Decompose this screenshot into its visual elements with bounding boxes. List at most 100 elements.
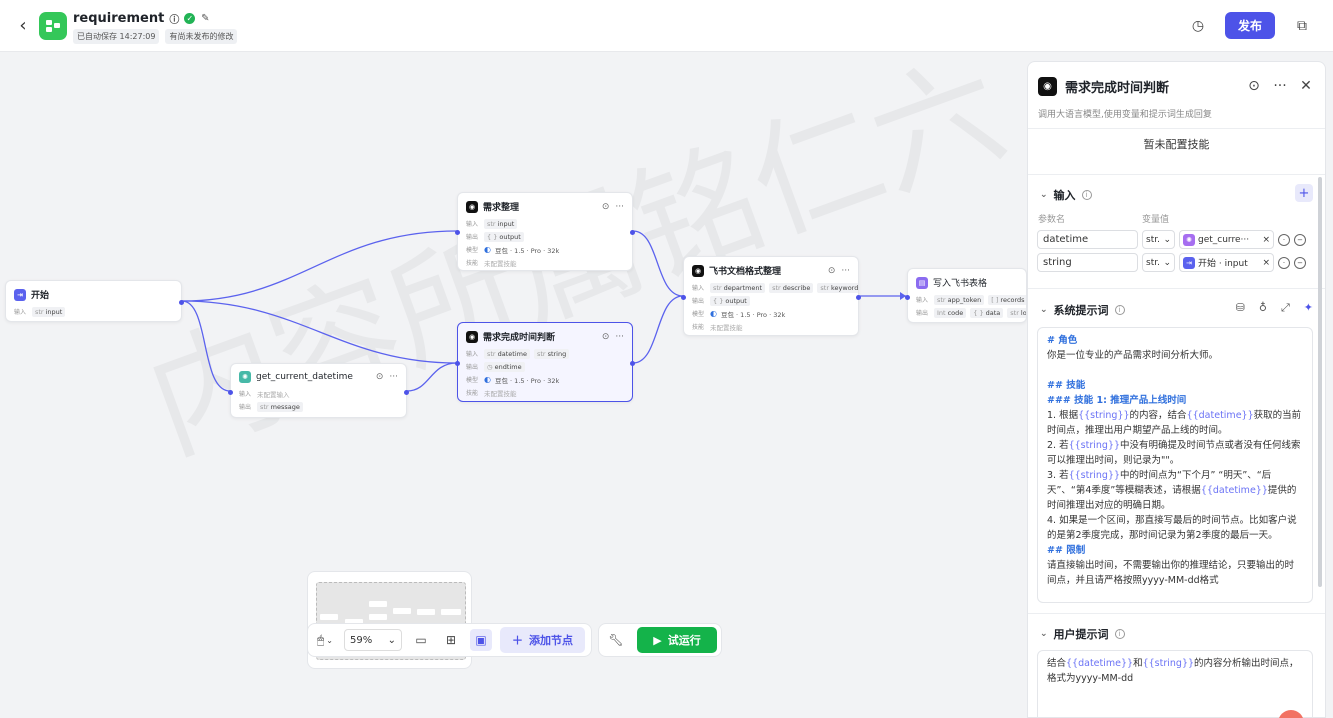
zoom-select[interactable]: 59% ⌄: [344, 629, 402, 651]
row-label: 技能: [466, 260, 479, 267]
add-param-button[interactable]: +: [1295, 184, 1313, 202]
input-port[interactable]: [681, 295, 686, 300]
system-prompt-title: 系统提示词: [1053, 304, 1109, 317]
user-prompt-header[interactable]: ⌄ 用户提示词 i: [1040, 626, 1125, 642]
chevron-down-icon: ⌄: [1040, 190, 1048, 200]
node-start[interactable]: ⇥ 开始 输入 str input: [5, 280, 184, 322]
output-port[interactable]: [179, 300, 184, 305]
mouse-mode-icon[interactable]: 🖱︎ ⌄: [314, 629, 336, 651]
ai-optimize-icon[interactable]: ✦: [1304, 301, 1313, 315]
edit-icon[interactable]: ✎: [199, 13, 211, 25]
run-node-icon[interactable]: ⊙: [1245, 73, 1263, 99]
var-tag: ◷ endtime: [484, 361, 525, 372]
node-write[interactable]: ▤ 写入飞书表格 输入 str app_token[ ] records 输出 Int c…: [905, 268, 1027, 323]
edge-start-demand: [181, 230, 458, 302]
node-judge[interactable]: ◉ 需求完成时间判断 ⊙ ··· 输入 str datetime str string 输…: [455, 322, 635, 402]
input-port[interactable]: [228, 390, 233, 395]
input-status: 未配置输入: [257, 390, 290, 399]
library-icon[interactable]: ⛁: [1236, 301, 1245, 315]
param-value-select[interactable]: ⇥ 开始 · input ×: [1179, 253, 1274, 272]
comment-icon[interactable]: ▭: [410, 629, 432, 651]
node-demand[interactable]: ◉ 需求整理 ⊙ ··· 输入 str input 输出 { } output 模型 ◐ 豆包…: [455, 192, 635, 271]
info-icon[interactable]: ⓘ: [168, 13, 180, 26]
run-node-icon[interactable]: ⊙: [602, 332, 610, 342]
app-title: requirement: [73, 11, 165, 26]
model-name: 豆包 · 1.5 · Pro · 32k: [720, 310, 786, 319]
info-icon[interactable]: i: [1081, 190, 1092, 200]
param-name-input[interactable]: datetime: [1037, 230, 1138, 249]
run-node-icon[interactable]: ⊙: [602, 202, 610, 212]
col-param-value: 变量值: [1142, 215, 1170, 225]
skill-status: 未配置技能: [484, 259, 517, 268]
row-label: 输入: [466, 351, 479, 358]
clear-icon[interactable]: ×: [1262, 258, 1270, 268]
clear-icon[interactable]: ×: [1262, 235, 1270, 245]
input-port[interactable]: [455, 230, 460, 235]
more-icon[interactable]: ···: [615, 202, 624, 212]
param-type-select[interactable]: str. ⌄: [1142, 253, 1175, 272]
var-tag: Int code: [934, 307, 967, 318]
var-tag: str keyword: [817, 282, 858, 293]
variable-ref-icon[interactable]: ·: [1278, 233, 1290, 246]
system-prompt-editor[interactable]: # 角色 你是一位专业的产品需求时间分析大师。 ## 技能 ### 技能 1: …: [1037, 327, 1313, 603]
output-port[interactable]: [630, 361, 635, 366]
close-icon[interactable]: ✕: [1297, 73, 1315, 99]
more-icon[interactable]: ···: [389, 372, 398, 382]
run-node-icon[interactable]: ⊙: [376, 372, 384, 382]
output-port[interactable]: [630, 230, 635, 235]
output-port[interactable]: [856, 295, 861, 300]
input-section-header[interactable]: ⌄ 输入 i: [1040, 187, 1092, 203]
row-label: 输入: [692, 285, 705, 292]
copy-window-icon[interactable]: ⧉: [1289, 13, 1315, 39]
row-label: 输出: [466, 364, 479, 371]
run-toolbar: 🔧︎ ▶ 试运行: [598, 623, 722, 657]
add-node-button[interactable]: ＋添加节点: [500, 627, 585, 653]
play-icon: ▶: [653, 633, 662, 647]
user-prompt-editor[interactable]: 结合{{datetime}}和{{string}}的内容分析输出时间点，格式为y…: [1037, 650, 1313, 717]
expand-icon[interactable]: ⤢: [1281, 301, 1290, 315]
bulb-icon[interactable]: ♁: [1259, 301, 1267, 315]
test-run-button[interactable]: ▶ 试运行: [637, 627, 717, 653]
wrench-icon[interactable]: 🔧︎: [605, 629, 627, 651]
remove-param-icon[interactable]: −: [1294, 256, 1306, 269]
more-icon[interactable]: ···: [615, 332, 624, 342]
chevron-down-icon: ⌄: [1163, 257, 1171, 268]
param-row: string str. ⌄ ⇥ 开始 · input × · −: [1037, 253, 1306, 272]
edge-datetime-judge: [406, 362, 458, 392]
param-type-select[interactable]: str. ⌄: [1142, 230, 1175, 249]
panel-scrollbar[interactable]: [1318, 177, 1322, 587]
prompt-line: 1. 根据{{string}}的内容，结合{{datetime}}获取的当前时间…: [1047, 410, 1302, 436]
info-icon[interactable]: i: [1114, 305, 1125, 315]
param-name-input[interactable]: string: [1037, 253, 1138, 272]
more-icon[interactable]: ···: [1271, 73, 1289, 99]
skill-status: 未配置技能: [484, 389, 517, 398]
param-value-select[interactable]: ✺ get_curre··· ×: [1179, 230, 1274, 249]
minimap-toggle-icon[interactable]: ▣: [470, 629, 492, 651]
info-icon[interactable]: i: [1114, 629, 1125, 639]
var-tag: str app_token: [934, 294, 985, 305]
model-name: 豆包 · 1.5 · Pro · 32k: [494, 246, 560, 255]
input-port[interactable]: [455, 361, 460, 366]
chevron-down-icon: ⌄: [1040, 629, 1048, 639]
col-param-name: 参数名: [1038, 215, 1066, 225]
title-block: requirement ⓘ ✓ ✎ 已自动保存 14:27:09 有尚未发布的修…: [73, 11, 238, 44]
auto-layout-icon[interactable]: ⊞: [440, 629, 462, 651]
var-tag: { } data: [970, 307, 1004, 318]
node-format[interactable]: ◉ 飞书文档格式整理 ⊙ ··· 输入 str department str descri…: [681, 256, 861, 336]
back-chevron-icon[interactable]: ‹: [14, 15, 32, 36]
output-port[interactable]: [404, 390, 409, 395]
chevron-down-icon: ⌄: [1163, 234, 1171, 245]
system-prompt-header[interactable]: ⌄ 系统提示词 i: [1040, 302, 1125, 318]
run-node-icon[interactable]: ⊙: [828, 266, 836, 276]
node-datetime[interactable]: ✺ get_current_datetime ⊙ ··· 输入 未配置输入 输出 st…: [228, 363, 409, 418]
prompt-line: ### 技能 1: 推理产品上线时间: [1047, 395, 1187, 406]
variable-ref-icon[interactable]: ·: [1278, 256, 1290, 269]
prompt-line: 结合{{datetime}}和{{string}}的内容分析输出时间点，格式为y…: [1047, 658, 1299, 684]
var-tag: str string: [533, 348, 570, 359]
more-icon[interactable]: ···: [841, 266, 850, 276]
input-port[interactable]: [905, 295, 910, 300]
history-icon[interactable]: ◷: [1185, 13, 1211, 39]
model-icon: ◐: [484, 245, 491, 254]
publish-button[interactable]: 发布: [1225, 12, 1275, 39]
remove-param-icon[interactable]: −: [1294, 233, 1306, 246]
